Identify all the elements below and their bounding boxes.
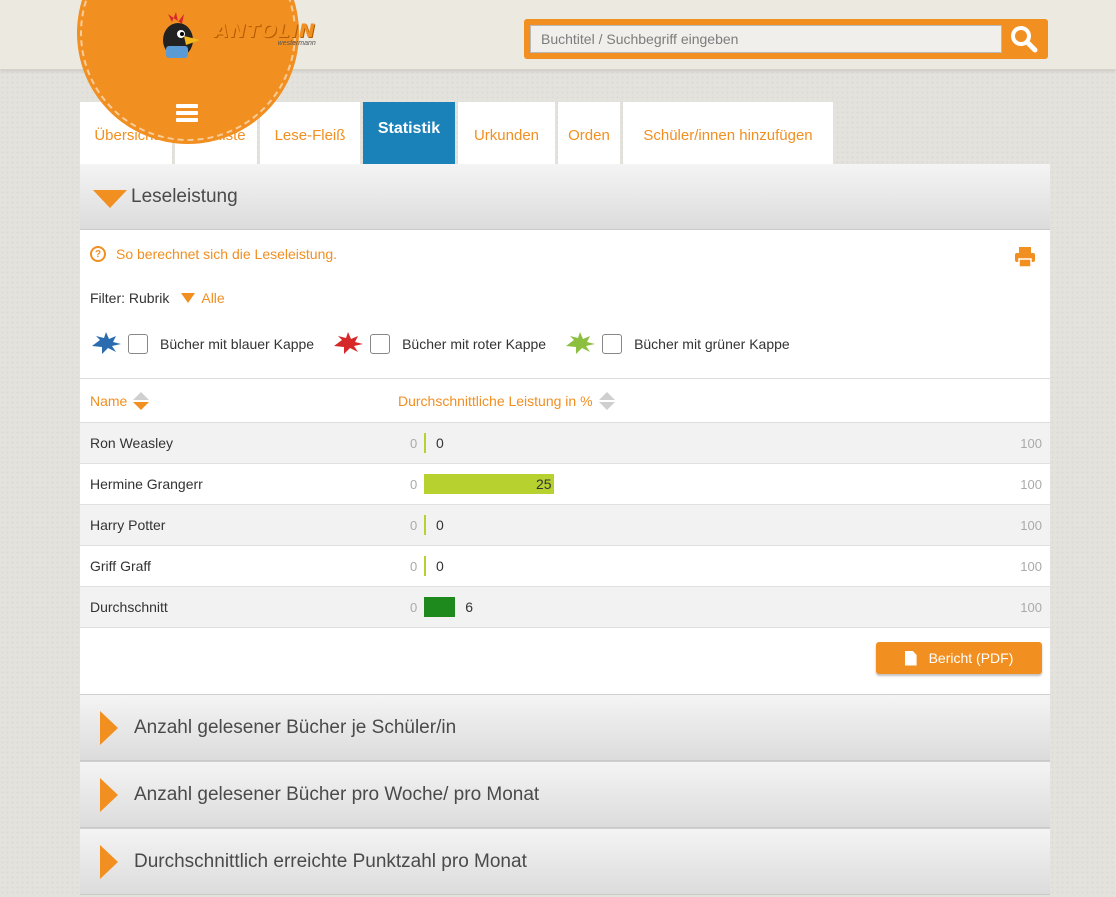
row-value: 25	[536, 476, 552, 492]
report-pdf-button[interactable]: Bericht (PDF)	[876, 642, 1042, 674]
table-body: Ron Weasley 0 0 100 Hermine Grangerr 0 25 100 Ha…	[80, 423, 1050, 628]
cap-filters: Bücher mit blauer Kappe Bücher mit roter…	[90, 332, 808, 356]
row-value: 0	[436, 558, 444, 574]
sort-by-performance[interactable]: Durchschnittliche Leistung in %	[398, 391, 615, 410]
red-cap-icon	[334, 332, 364, 354]
red-cap-label: Bücher mit roter Kappe	[402, 336, 547, 352]
row-min-label: 0	[410, 599, 418, 615]
accordion-points-per-month[interactable]: Durchschnittlich erreichte Punktzahl pro…	[80, 828, 1050, 895]
row-bar	[424, 474, 554, 494]
green-cap-label: Bücher mit grüner Kappe	[634, 336, 790, 352]
row-max-label: 100	[1020, 517, 1042, 533]
table-header: Name Durchschnittliche Leistung in %	[80, 378, 1050, 423]
expand-arrow-icon	[100, 777, 118, 812]
sort-icon	[133, 391, 150, 410]
row-bar	[424, 515, 426, 535]
row-name: Durchschnitt	[90, 599, 168, 615]
row-bar-wrap	[424, 474, 554, 494]
question-icon: ?	[90, 246, 106, 262]
raven-mascot-icon	[150, 10, 206, 68]
row-min-label: 0	[410, 476, 418, 492]
row-bar-wrap	[424, 597, 456, 617]
row-max-label: 100	[1020, 558, 1042, 574]
filter-label: Filter: Rubrik	[90, 290, 170, 306]
search-icon[interactable]	[1008, 24, 1040, 54]
blue-cap-checkbox[interactable]	[128, 334, 148, 354]
accordion-books-per-student[interactable]: Anzahl gelesener Bücher je Schüler/in	[80, 694, 1050, 761]
table-row: Ron Weasley 0 0 100	[80, 423, 1050, 464]
red-cap-filter[interactable]: Bücher mit roter Kappe	[332, 332, 546, 356]
tab-statistik[interactable]: Statistik	[363, 102, 455, 164]
filter-value: Alle	[201, 290, 225, 306]
green-cap-icon	[566, 332, 596, 354]
help-link[interactable]: ? So berechnet sich die Leseleistung.	[90, 246, 337, 262]
document-icon	[904, 650, 917, 666]
sort-by-name[interactable]: Name	[80, 391, 398, 410]
blue-cap-icon	[92, 332, 121, 354]
col-name-label: Name	[90, 392, 128, 409]
table-row: Durchschnitt 0 6 100	[80, 587, 1050, 628]
row-name: Griff Graff	[90, 558, 151, 574]
green-cap-checkbox[interactable]	[602, 334, 623, 354]
help-text: So berechnet sich die Leseleistung.	[116, 246, 338, 262]
expand-arrow-icon	[100, 710, 118, 745]
blue-cap-filter[interactable]: Bücher mit blauer Kappe	[90, 332, 314, 356]
leseleistung-header[interactable]: Leseleistung	[80, 164, 1050, 230]
row-max-label: 100	[1020, 599, 1042, 615]
red-cap-checkbox[interactable]	[370, 334, 391, 354]
row-bar	[424, 556, 426, 576]
antolin-logo[interactable]: ANTOLIN westermann	[150, 10, 316, 68]
filter-row: Filter: Rubrik Alle	[90, 290, 225, 306]
row-name: Hermine Grangerr	[90, 476, 203, 492]
dropdown-arrow-icon	[181, 293, 196, 303]
logo-word: ANTOLIN	[214, 20, 316, 42]
collapse-arrow-icon	[93, 189, 127, 208]
row-bar	[424, 597, 456, 617]
tab-lese-fleiss[interactable]: Lese-Fleiß	[260, 102, 360, 164]
row-min-label: 0	[410, 517, 418, 533]
section-title: Leseleistung	[131, 185, 238, 207]
green-cap-filter[interactable]: Bücher mit grüner Kappe	[564, 332, 790, 356]
search-bar	[524, 19, 1048, 59]
row-bar-wrap	[424, 433, 426, 453]
tab-schueler-hinzufuegen[interactable]: Schüler/innen hinzufügen	[623, 102, 833, 164]
performance-table: Name Durchschnittliche Leistung in % Ron…	[80, 378, 1050, 628]
statistics-panel: Leseleistung ? So berechnet sich die Les…	[80, 164, 1050, 895]
accordion-title: Durchschnittlich erreichte Punktzahl pro…	[134, 850, 527, 872]
row-value: 0	[436, 435, 444, 451]
row-value: 0	[436, 517, 444, 533]
expand-arrow-icon	[100, 844, 118, 879]
row-bar	[424, 433, 426, 453]
row-name: Harry Potter	[90, 517, 166, 533]
accordion-title: Anzahl gelesener Bücher je Schüler/in	[134, 716, 457, 738]
table-row: Harry Potter 0 0 100	[80, 505, 1050, 546]
leseleistung-body: ? So berechnet sich die Leseleistung. Fi…	[80, 230, 1050, 694]
row-max-label: 100	[1020, 476, 1042, 492]
row-name: Ron Weasley	[90, 435, 174, 451]
blue-cap-label: Bücher mit blauer Kappe	[160, 336, 315, 352]
row-bar-wrap	[424, 515, 426, 535]
table-row: Griff Graff 0 0 100	[80, 546, 1050, 587]
table-row: Hermine Grangerr 0 25 100	[80, 464, 1050, 505]
row-max-label: 100	[1020, 435, 1042, 451]
sort-icon	[598, 391, 615, 410]
row-value: 6	[465, 599, 473, 615]
tab-urkunden[interactable]: Urkunden	[458, 102, 555, 164]
filter-dropdown[interactable]: Alle	[181, 290, 225, 306]
row-bar-wrap	[424, 556, 426, 576]
accordion-books-per-week[interactable]: Anzahl gelesener Bücher pro Woche/ pro M…	[80, 761, 1050, 828]
tab-orden[interactable]: Orden	[558, 102, 620, 164]
search-input[interactable]	[530, 25, 1002, 53]
accordion-title: Anzahl gelesener Bücher pro Woche/ pro M…	[134, 783, 540, 805]
col-perf-label: Durchschnittliche Leistung in %	[398, 392, 593, 409]
report-pdf-label: Bericht (PDF)	[928, 650, 1014, 666]
print-icon[interactable]	[1014, 246, 1036, 268]
menu-hamburger-icon[interactable]	[176, 104, 198, 122]
row-min-label: 0	[410, 435, 418, 451]
row-min-label: 0	[410, 558, 418, 574]
